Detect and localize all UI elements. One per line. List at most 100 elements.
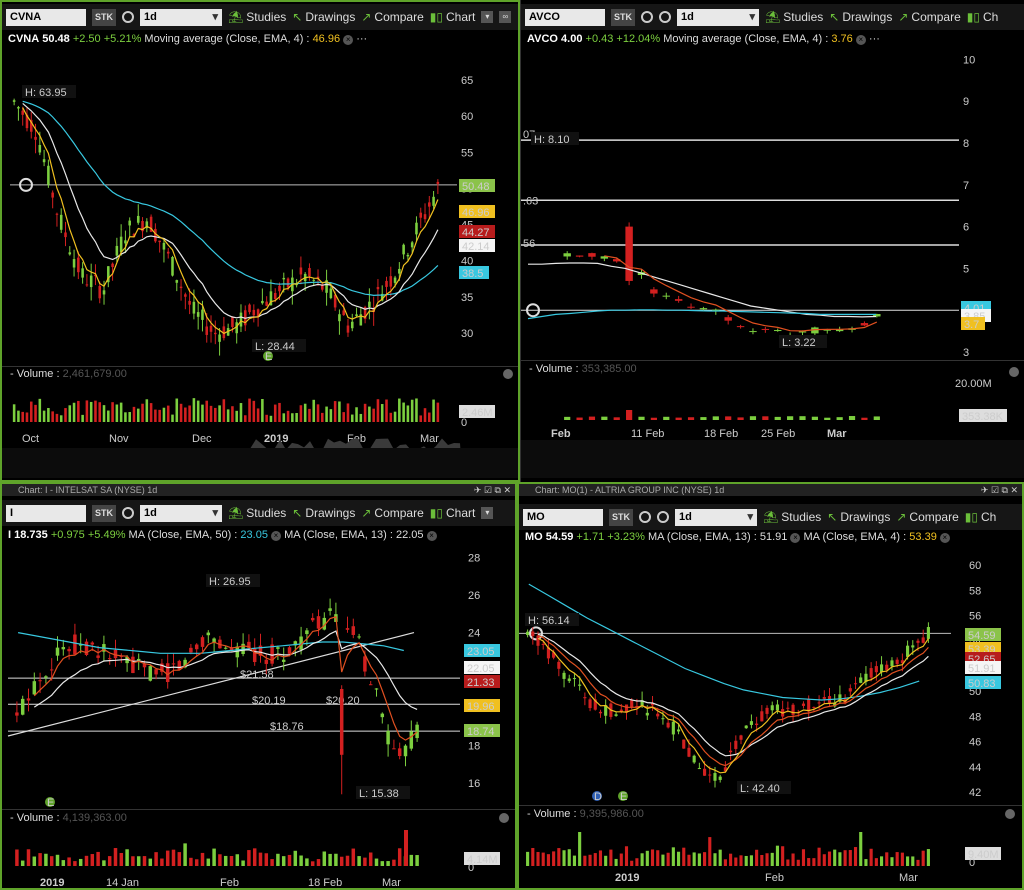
price-tag: 42.14 xyxy=(462,241,490,253)
chart-panel-intelsat[interactable]: Chart: I - INTELSAT SA (NYSE) 1d ✈ ☑ ⧉ ✕… xyxy=(0,482,517,890)
volume-bar xyxy=(61,860,66,866)
volume-bar xyxy=(162,407,166,422)
volume-bar xyxy=(111,402,114,422)
volume-bar xyxy=(325,406,328,422)
altria-candle xyxy=(859,677,863,683)
volume-bar xyxy=(791,853,795,866)
volume-bar xyxy=(179,403,183,422)
level-label: $21.58 xyxy=(240,669,274,681)
intelsat-candle xyxy=(200,637,205,647)
price-axis-label: 9 xyxy=(963,96,969,108)
volume-bar xyxy=(115,404,119,422)
chart-panel-avco[interactable]: AVCO STK 1d ⛱Studies ↖Drawings ↗Compare … xyxy=(520,0,1024,482)
navigator[interactable] xyxy=(521,440,1024,478)
price-axis-label: 58 xyxy=(969,585,981,597)
avco-candle xyxy=(650,289,658,294)
volume-bar xyxy=(363,857,367,866)
volume-bar xyxy=(303,403,307,422)
price-chart[interactable]: 07.6356H: 8.10109876543L: 3.224.013.853.… xyxy=(521,0,1024,482)
volume-bar xyxy=(713,853,717,866)
volume-bar xyxy=(402,402,405,422)
volume-bar xyxy=(49,856,54,866)
close-volume-icon xyxy=(1009,367,1019,377)
volume-bar xyxy=(165,850,170,866)
avco-candle xyxy=(674,299,683,301)
volume-bar xyxy=(78,858,83,866)
price-chart[interactable]: 60585654525048464442H: 56.14L: 42.40DE54… xyxy=(519,484,1022,888)
avco-candle xyxy=(724,317,732,321)
altria-candle xyxy=(687,747,691,757)
volume-bar xyxy=(342,412,345,422)
volume-bar xyxy=(89,401,93,422)
level-label: $18.76 xyxy=(270,721,304,733)
cvna-candle xyxy=(68,252,72,255)
cvna-candle xyxy=(410,242,414,248)
chart-panel-cvna[interactable]: CVNA STK 1d ⛱Studies ↖Drawings ↗Compare … xyxy=(0,0,520,482)
date-label: Mar xyxy=(382,877,401,888)
price-chart[interactable]: 6560555045403530H: 63.95L: 28.44E50.4846… xyxy=(2,2,518,480)
volume-bar xyxy=(51,411,54,422)
volume-bar xyxy=(601,416,608,420)
cvna-candle xyxy=(205,326,209,335)
low-label: L: 15.38 xyxy=(359,788,399,800)
intelsat-candle xyxy=(55,647,60,656)
altria-candle xyxy=(916,640,920,643)
price-axis-label: 42 xyxy=(969,787,981,799)
volume-bar xyxy=(676,851,681,866)
avco-candle xyxy=(699,308,708,310)
volume-bar xyxy=(55,854,60,866)
altria-candle xyxy=(739,735,743,740)
volume-bar xyxy=(817,847,821,866)
altria-candle xyxy=(879,664,884,673)
volume-bar xyxy=(406,405,410,422)
volume-bar xyxy=(351,848,356,866)
altria-candle xyxy=(822,697,826,699)
volume-bar xyxy=(355,407,358,422)
volume-bar xyxy=(184,407,187,422)
cvna-candle xyxy=(17,107,20,109)
volume-bar xyxy=(926,849,930,866)
price-axis-label: 7 xyxy=(963,180,969,192)
date-label: Feb xyxy=(551,428,571,440)
price-chart[interactable]: $21.58$20.19$20.20$18.7628262422201816H:… xyxy=(2,484,515,888)
navigator[interactable] xyxy=(2,448,518,478)
ema-mid-line xyxy=(22,102,439,319)
volume-bar xyxy=(687,854,691,866)
volume-bar xyxy=(293,850,298,866)
volume-bar xyxy=(287,854,292,866)
altria-candle xyxy=(541,643,545,645)
cvna-candle xyxy=(77,257,80,273)
volume-bar xyxy=(864,859,868,866)
volume-value: 2,461,679.00 xyxy=(62,368,127,380)
intelsat-candle xyxy=(357,636,361,638)
intelsat-candle xyxy=(264,659,269,664)
altria-candle xyxy=(848,688,852,692)
volume-bar xyxy=(526,851,530,866)
altria-candle xyxy=(697,768,701,770)
ema-slow-line xyxy=(527,309,876,320)
intelsat-candle xyxy=(148,666,153,681)
date-label: 11 Feb xyxy=(631,428,664,440)
volume-bar xyxy=(799,416,806,420)
volume-bar xyxy=(613,417,620,420)
altria-candle xyxy=(749,721,753,725)
volume-bar xyxy=(890,857,894,866)
cvna-candle xyxy=(406,254,410,257)
altria-candle xyxy=(895,659,899,664)
volume-axis-label: 20.00M xyxy=(955,378,992,390)
intelsat-candle xyxy=(276,647,280,649)
cvna-candle xyxy=(423,214,427,220)
cvna-candle xyxy=(282,277,286,280)
volume-bar xyxy=(171,849,176,866)
volume-bar xyxy=(873,416,880,420)
volume-bar xyxy=(47,407,50,422)
volume-bar xyxy=(749,855,753,866)
volume-bar xyxy=(906,856,910,866)
chart-panel-altria[interactable]: Chart: MO(1) - ALTRIA GROUP INC (NYSE) 1… xyxy=(517,482,1024,890)
volume-bar xyxy=(299,855,303,866)
volume-bar xyxy=(192,398,196,422)
altria-candle xyxy=(760,711,764,722)
volume-bar xyxy=(848,850,852,866)
volume-bar xyxy=(385,399,388,422)
price-tag: 50.83 xyxy=(968,678,996,690)
